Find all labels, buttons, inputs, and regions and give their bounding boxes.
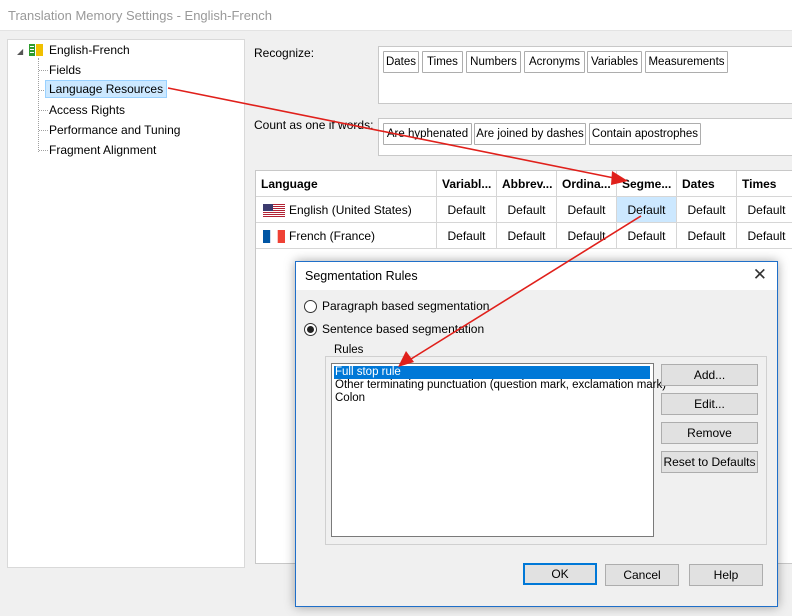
language-name: English (United States) <box>289 203 412 217</box>
language-name: French (France) <box>289 229 376 243</box>
add-rule-button[interactable]: Add... <box>661 364 758 386</box>
tree-connector <box>38 58 39 152</box>
column-header-ordinals[interactable]: Ordina... <box>557 171 617 197</box>
table-row-language[interactable]: English (United States) <box>256 197 437 223</box>
table-cell[interactable]: Default <box>557 223 617 249</box>
segmentation-rules-dialog: Segmentation Rules ✕ Paragraph based seg… <box>295 261 778 607</box>
token-variables[interactable]: Variables <box>587 51 642 73</box>
column-header-variables[interactable]: Variabl... <box>437 171 497 197</box>
settings-tree: ◢ English-French Fields Language Resourc… <box>7 39 245 568</box>
cancel-button[interactable]: Cancel <box>605 564 679 586</box>
count-as-one-token-box[interactable]: Are hyphenated Are joined by dashes Cont… <box>378 118 792 156</box>
list-item-selected[interactable]: Full stop rule <box>334 366 650 379</box>
table-cell[interactable]: Default <box>557 197 617 223</box>
list-item[interactable]: Other terminating punctuation (question … <box>334 379 666 392</box>
window-title: Translation Memory Settings - English-Fr… <box>8 8 272 23</box>
tree-item-fragment-alignment[interactable]: Fragment Alignment <box>49 143 156 157</box>
table-cell[interactable]: Default <box>737 223 792 249</box>
dialog-title: Segmentation Rules <box>305 269 418 283</box>
edit-rule-button[interactable]: Edit... <box>661 393 758 415</box>
rules-group-label: Rules <box>332 344 366 356</box>
table-cell[interactable]: Default <box>497 223 557 249</box>
dialog-titlebar[interactable]: Segmentation Rules ✕ <box>296 262 777 290</box>
window-titlebar: Translation Memory Settings - English-Fr… <box>0 0 792 31</box>
translation-memory-icon <box>29 44 43 56</box>
recognize-token-box[interactable]: Dates Times Numbers Acronyms Variables M… <box>378 46 792 104</box>
column-header-dates[interactable]: Dates <box>677 171 737 197</box>
rules-list[interactable]: Full stop rule Other terminating punctua… <box>331 363 666 537</box>
table-cell[interactable]: Default <box>437 197 497 223</box>
radio-sentence-segmentation[interactable] <box>304 323 317 336</box>
table-cell[interactable]: Default <box>497 197 557 223</box>
table-cell[interactable]: Default <box>437 223 497 249</box>
collapse-toggle-icon[interactable]: ◢ <box>17 47 23 56</box>
table-cell[interactable]: Default <box>617 223 677 249</box>
tree-item-language-resources[interactable]: Language Resources <box>45 80 168 98</box>
token-acronyms[interactable]: Acronyms <box>524 51 585 73</box>
ok-button[interactable]: OK <box>523 563 597 585</box>
list-item[interactable]: Colon <box>334 392 365 405</box>
token-numbers[interactable]: Numbers <box>466 51 521 73</box>
remove-rule-button[interactable]: Remove <box>661 422 758 444</box>
token-are-hyphenated[interactable]: Are hyphenated <box>383 123 472 145</box>
close-icon[interactable]: ✕ <box>753 265 767 285</box>
column-header-language[interactable]: Language <box>256 171 437 197</box>
tree-connector <box>39 150 48 151</box>
table-cell-selected[interactable]: Default <box>617 197 677 223</box>
column-header-times[interactable]: Times <box>737 171 792 197</box>
us-flag-icon <box>263 204 285 217</box>
token-joined-by-dashes[interactable]: Are joined by dashes <box>474 123 586 145</box>
table-cell[interactable]: Default <box>677 223 737 249</box>
reset-to-defaults-button[interactable]: Reset to Defaults <box>661 451 758 473</box>
table-row-language[interactable]: French (France) <box>256 223 437 249</box>
table-cell[interactable]: Default <box>737 197 792 223</box>
column-header-segmentation[interactable]: Segme... <box>617 171 677 197</box>
token-contain-apostrophes[interactable]: Contain apostrophes <box>589 123 701 145</box>
tree-connector <box>39 70 48 71</box>
recognize-label: Recognize: <box>254 46 315 60</box>
tree-item-fields[interactable]: Fields <box>49 63 81 77</box>
tree-item-access-rights[interactable]: Access Rights <box>49 103 125 117</box>
tree-root-english-french[interactable]: English-French <box>49 43 130 57</box>
count-as-one-label: Count as one if words: <box>254 118 374 132</box>
paragraph-segmentation-label[interactable]: Paragraph based segmentation <box>322 299 489 313</box>
sentence-segmentation-label[interactable]: Sentence based segmentation <box>322 322 484 336</box>
help-button[interactable]: Help <box>689 564 763 586</box>
token-times[interactable]: Times <box>422 51 463 73</box>
column-header-abbreviations[interactable]: Abbrev... <box>497 171 557 197</box>
table-cell[interactable]: Default <box>677 197 737 223</box>
token-measurements[interactable]: Measurements <box>645 51 728 73</box>
fr-flag-icon <box>263 230 285 243</box>
tree-item-performance-tuning[interactable]: Performance and Tuning <box>49 123 180 137</box>
tree-connector <box>39 110 48 111</box>
radio-paragraph-segmentation[interactable] <box>304 300 317 313</box>
tree-connector <box>39 130 48 131</box>
token-dates[interactable]: Dates <box>383 51 419 73</box>
